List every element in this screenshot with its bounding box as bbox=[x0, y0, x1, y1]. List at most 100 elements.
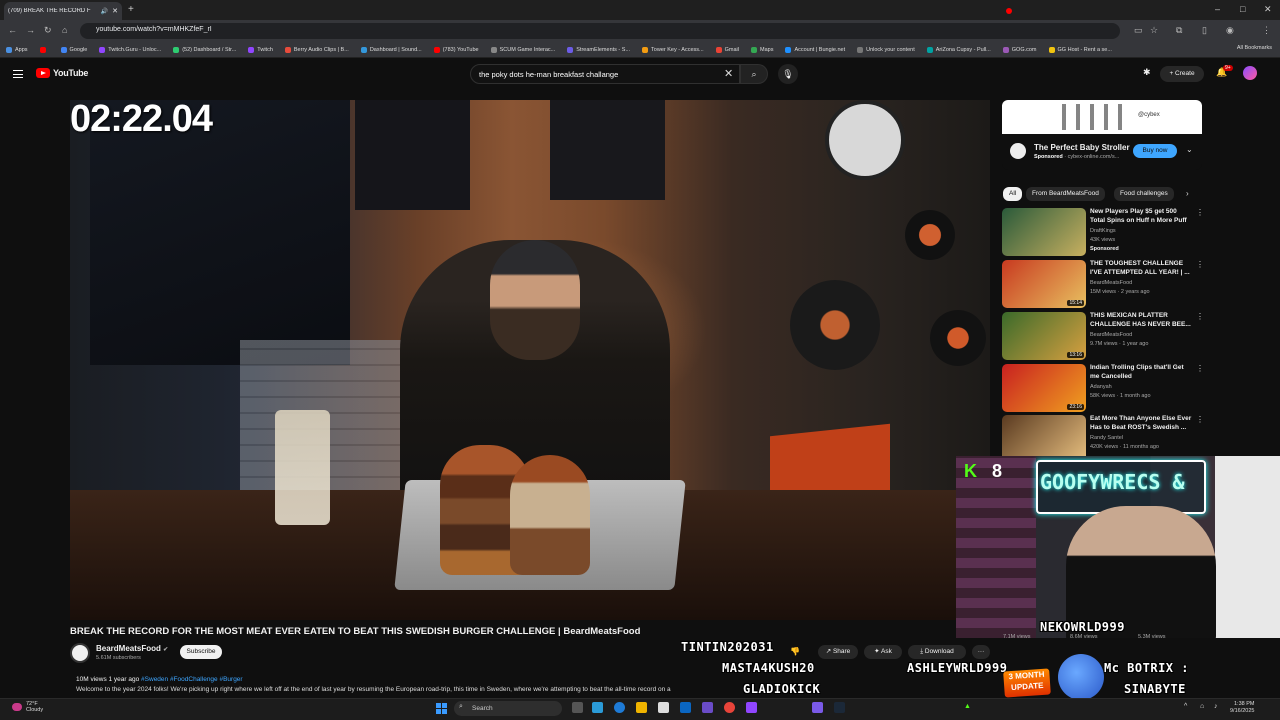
rec-channel[interactable]: Randy Santel bbox=[1090, 435, 1123, 441]
hashtags[interactable]: #Sweden #FoodChallenge #Burger bbox=[141, 676, 243, 683]
profile-icon[interactable]: ◉ bbox=[1226, 25, 1234, 36]
new-tab-button[interactable]: + bbox=[128, 4, 134, 15]
chrome-icon[interactable] bbox=[724, 702, 735, 713]
more-options-icon[interactable]: ⋮ bbox=[1196, 208, 1204, 217]
account-avatar[interactable] bbox=[1243, 66, 1257, 80]
twitch-icon[interactable] bbox=[746, 702, 757, 713]
rec-title[interactable]: THIS MEXICAN PLATTER CHALLENGE HAS NEVER… bbox=[1090, 312, 1192, 330]
bookmark-item[interactable]: SCUM Game Interac... bbox=[490, 46, 555, 53]
bookmark-item[interactable]: Berry Audio Clips | B... bbox=[284, 46, 349, 53]
recommended-video[interactable]: 13:16 THIS MEXICAN PLATTER CHALLENGE HAS … bbox=[1002, 312, 1204, 362]
description-text[interactable]: Welcome to the year 2024 folks! We're pi… bbox=[76, 686, 766, 693]
bookmark-item[interactable]: Maps bbox=[751, 46, 773, 53]
clear-search-icon[interactable]: ✕ bbox=[724, 67, 733, 80]
chip-from-channel[interactable]: From BeardMeatsFood bbox=[1026, 187, 1105, 201]
bookmark-item[interactable]: Twitch bbox=[248, 46, 273, 53]
more-actions-button[interactable]: ··· bbox=[972, 645, 990, 659]
weather-widget[interactable]: 72°F Cloudy bbox=[26, 701, 43, 713]
guide-menu-icon[interactable] bbox=[13, 70, 23, 78]
bookmark-item[interactable]: GOG.com bbox=[1002, 46, 1037, 53]
chip-all[interactable]: All bbox=[1003, 187, 1023, 201]
ask-button[interactable]: ✦ Ask bbox=[864, 645, 902, 659]
download-button[interactable]: ⤓ Download bbox=[908, 645, 966, 659]
rec-channel[interactable]: BeardMeatsFood bbox=[1090, 280, 1132, 286]
rec-title[interactable]: Eat More Than Anyone Else Ever Has to Be… bbox=[1090, 415, 1192, 433]
rec-title[interactable]: Indian Trolling Clips that'll Get me Can… bbox=[1090, 364, 1192, 382]
more-options-icon[interactable]: ⋮ bbox=[1196, 364, 1204, 373]
minimize-button[interactable]: – bbox=[1215, 4, 1220, 14]
voice-search-icon[interactable]: 🎙 bbox=[778, 64, 798, 84]
description-meta[interactable]: 10M views 1 year ago #Sweden #FoodChalle… bbox=[76, 676, 243, 683]
rec-channel[interactable]: BeardMeatsFood bbox=[1090, 332, 1132, 338]
video-thumbnail[interactable] bbox=[1002, 208, 1086, 256]
rec-channel[interactable]: DraftKings bbox=[1090, 228, 1116, 234]
ad-title[interactable]: The Perfect Baby Stroller bbox=[1034, 143, 1130, 152]
video-thumbnail[interactable]: 15:14 bbox=[1002, 260, 1086, 308]
bookmark-item[interactable]: Dashboard | Sound... bbox=[360, 46, 422, 53]
advertiser-logo[interactable] bbox=[1010, 143, 1026, 159]
close-window-button[interactable]: ✕ bbox=[1264, 4, 1272, 15]
more-options-icon[interactable]: ⋮ bbox=[1196, 260, 1204, 269]
bookmark-item[interactable]: (52) Dashboard / Str... bbox=[173, 46, 236, 53]
chevron-down-icon[interactable]: ⌄ bbox=[1186, 145, 1193, 154]
youtube-logo[interactable]: YouTube bbox=[36, 68, 88, 78]
bookmark-item[interactable]: AriZona Cupsy - Pull... bbox=[926, 46, 991, 53]
all-bookmarks-button[interactable]: All Bookmarks bbox=[1237, 45, 1272, 51]
reload-icon[interactable]: ↻ bbox=[44, 25, 52, 36]
bookmark-item[interactable]: StreamElements - S... bbox=[567, 46, 630, 53]
bookmark-item[interactable] bbox=[39, 46, 49, 53]
subscribe-button[interactable]: Subscribe bbox=[180, 645, 222, 659]
more-options-icon[interactable]: ⋮ bbox=[1196, 312, 1204, 321]
maximize-button[interactable]: □ bbox=[1240, 4, 1245, 14]
chip-food-challenges[interactable]: Food challenges bbox=[1114, 187, 1174, 201]
mail-icon[interactable] bbox=[680, 702, 691, 713]
back-icon[interactable]: ← bbox=[8, 25, 17, 35]
share-button[interactable]: ↗ Share bbox=[818, 645, 858, 659]
copilot-icon[interactable] bbox=[592, 702, 603, 713]
tray-chevron-icon[interactable]: ^ bbox=[1184, 703, 1187, 710]
extension-icon[interactable]: ✱ bbox=[1143, 67, 1151, 78]
rec-title[interactable]: THE TOUGHEST CHALLENGE I'VE ATTEMPTED AL… bbox=[1090, 260, 1192, 278]
bookmark-item[interactable]: Tower Key - Access... bbox=[642, 46, 704, 53]
recommended-video[interactable]: 23:16 Indian Trolling Clips that'll Get m… bbox=[1002, 364, 1204, 414]
buy-now-button[interactable]: Buy now bbox=[1133, 144, 1177, 158]
extensions-icon[interactable]: ⧉ bbox=[1176, 25, 1182, 36]
chevron-right-icon[interactable]: › bbox=[1186, 189, 1189, 198]
app-icon[interactable] bbox=[702, 702, 713, 713]
video-thumbnail[interactable]: 23:16 bbox=[1002, 364, 1086, 412]
windows-start-icon[interactable] bbox=[436, 703, 447, 714]
bookmark-item[interactable]: Apps bbox=[6, 46, 28, 53]
bookmark-item[interactable]: Twitch.Guru - Unloc... bbox=[99, 46, 161, 53]
edge-icon[interactable] bbox=[614, 702, 625, 713]
url-field[interactable]: youtube.com/watch?v=mMHKZfeF_rI bbox=[80, 23, 1120, 39]
taskbar-search[interactable]: Search bbox=[454, 701, 562, 716]
menu-icon[interactable]: ⋮ bbox=[1262, 25, 1271, 36]
bookmark-star-icon[interactable]: ☆ bbox=[1150, 25, 1158, 36]
ad-image[interactable]: @cybex bbox=[1002, 100, 1202, 134]
dislike-icon[interactable]: 👎 bbox=[790, 647, 800, 656]
recommended-video[interactable]: 15:14 THE TOUGHEST CHALLENGE I'VE ATTEMPT… bbox=[1002, 260, 1204, 310]
split-view-icon[interactable]: ▯ bbox=[1202, 25, 1207, 36]
recommended-video[interactable]: New Players Play $5 get 500 Total Spins … bbox=[1002, 208, 1204, 258]
network-icon[interactable]: ⌂ bbox=[1200, 703, 1204, 710]
taskbar-clock[interactable]: 1:38 PM 9/16/2025 bbox=[1230, 701, 1254, 715]
bookmark-item[interactable]: Account | Bungie.net bbox=[785, 46, 845, 53]
channel-name[interactable]: BeardMeatsFood ✔ bbox=[96, 644, 168, 653]
rec-title[interactable]: New Players Play $5 get 500 Total Spins … bbox=[1090, 208, 1192, 226]
video-thumbnail[interactable]: 13:16 bbox=[1002, 312, 1086, 360]
channel-avatar[interactable] bbox=[70, 643, 90, 663]
more-options-icon[interactable]: ⋮ bbox=[1196, 415, 1204, 424]
bookmark-item[interactable]: Google bbox=[60, 46, 87, 53]
weather-icon[interactable] bbox=[12, 703, 22, 711]
tab-close-icon[interactable]: ✕ bbox=[112, 7, 118, 15]
bookmark-item[interactable]: Unlock your content bbox=[857, 46, 915, 53]
bookmark-item[interactable]: GG Host - Rent a se... bbox=[1048, 46, 1112, 53]
bookmark-item[interactable]: Gmail bbox=[715, 46, 739, 53]
task-view-icon[interactable] bbox=[572, 702, 583, 713]
video-player[interactable] bbox=[70, 100, 990, 620]
file-explorer-icon[interactable] bbox=[636, 702, 647, 713]
search-button[interactable]: ⌕ bbox=[740, 64, 768, 84]
tray-app-icon[interactable]: ▲ bbox=[964, 703, 971, 710]
create-button[interactable]: + Create bbox=[1160, 66, 1204, 82]
forward-icon[interactable]: → bbox=[26, 25, 35, 35]
